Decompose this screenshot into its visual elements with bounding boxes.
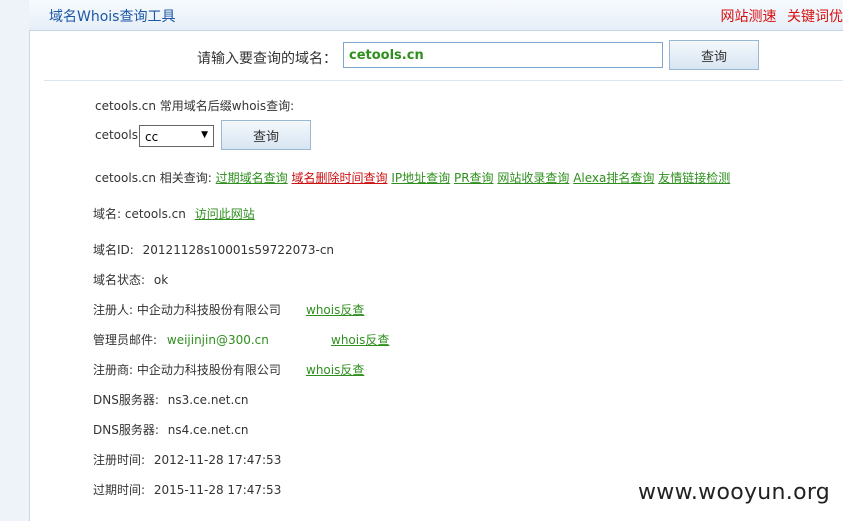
created-value: 2012-11-28 17:47:53 — [153, 453, 282, 467]
whois-dns1-row: DNS服务器: ns3.ce.net.cn — [93, 391, 249, 408]
query-button[interactable]: 查询 — [669, 40, 759, 70]
status-label: 域名状态: — [93, 273, 146, 287]
domain-id-value: 20121128s10001s59722073-cn — [142, 243, 335, 257]
search-row: 请输入要查询的域名： 查询 — [0, 40, 843, 72]
suffix-select[interactable]: cc ▼ — [139, 125, 214, 147]
registrar-value: 中企动力科技股份有限公司 — [136, 363, 281, 377]
index-lookup-link[interactable]: 网站收录查询 — [497, 171, 569, 185]
domain-input[interactable] — [343, 42, 663, 68]
registrar-whois-reverse-link[interactable]: whois反查 — [306, 361, 364, 378]
domain-id-label: 域名ID: — [93, 243, 134, 257]
whois-registrar-row: 注册商: 中企动力科技股份有限公司 — [93, 361, 281, 378]
expired-domain-link[interactable]: 过期域名查询 — [216, 171, 288, 185]
expires-value: 2015-11-28 17:47:53 — [153, 483, 282, 497]
related-label: cetools.cn 相关查询: — [95, 171, 212, 185]
domain-value: cetools.cn — [124, 207, 186, 221]
suffix-query-button[interactable]: 查询 — [221, 120, 311, 150]
top-links: 网站测速 关键词优 — [715, 6, 843, 26]
divider — [44, 80, 843, 81]
site-speed-link[interactable]: 网站测速 — [721, 9, 777, 25]
whois-dns2-row: DNS服务器: ns4.ce.net.cn — [93, 421, 249, 438]
domain-label: 域名: — [93, 207, 122, 221]
whois-id-row: 域名ID: 20121128s10001s59722073-cn — [93, 241, 334, 258]
alexa-rank-link[interactable]: Alexa排名查询 — [573, 171, 654, 185]
expires-label: 过期时间: — [93, 483, 146, 497]
registrar-label: 注册商: — [93, 363, 134, 377]
pr-lookup-link[interactable]: PR查询 — [454, 171, 494, 185]
email-label: 管理员邮件: — [93, 333, 158, 347]
content-panel — [29, 0, 843, 521]
whois-domain-row: 域名: cetools.cn 访问此网站 — [93, 205, 255, 222]
watermark: www.wooyun.org — [638, 480, 831, 505]
suffix-selected-value: cc — [145, 130, 159, 144]
whois-email-row: 管理员邮件: weijinjin@300.cn — [93, 331, 269, 348]
search-label: 请输入要查询的域名： — [197, 51, 337, 67]
ip-lookup-link[interactable]: IP地址查询 — [391, 171, 450, 185]
dns2-label: DNS服务器: — [93, 423, 159, 437]
email-whois-reverse-link[interactable]: whois反查 — [331, 331, 389, 348]
whois-created-row: 注册时间: 2012-11-28 17:47:53 — [93, 451, 281, 468]
dropdown-arrow-icon: ▼ — [201, 130, 208, 140]
dns1-label: DNS服务器: — [93, 393, 159, 407]
whois-expires-row: 过期时间: 2015-11-28 17:47:53 — [93, 481, 281, 498]
whois-status-row: 域名状态: ok — [93, 271, 168, 288]
related-queries: cetools.cn 相关查询: 过期域名查询 域名删除时间查询 IP地址查询 … — [95, 169, 730, 186]
created-label: 注册时间: — [93, 453, 146, 467]
domain-delete-time-link[interactable]: 域名删除时间查询 — [292, 171, 388, 185]
dns1-value: ns3.ce.net.cn — [167, 393, 249, 407]
dns2-value: ns4.ce.net.cn — [167, 423, 249, 437]
suffix-prefix: cetools. — [95, 128, 142, 142]
keyword-link[interactable]: 关键词优 — [787, 9, 843, 25]
email-value: weijinjin@300.cn — [166, 333, 269, 347]
whois-registrant-row: 注册人: 中企动力科技股份有限公司 — [93, 301, 281, 318]
visit-site-link[interactable]: 访问此网站 — [195, 207, 255, 221]
status-value: ok — [153, 273, 169, 287]
registrant-label: 注册人: — [93, 303, 134, 317]
suffix-heading: cetools.cn 常用域名后缀whois查询: — [95, 99, 295, 113]
registrant-value: 中企动力科技股份有限公司 — [136, 303, 281, 317]
friend-link-check-link[interactable]: 友情链接检测 — [658, 171, 730, 185]
page-title: 域名Whois查询工具 — [49, 9, 176, 25]
registrant-whois-reverse-link[interactable]: whois反查 — [306, 301, 364, 318]
